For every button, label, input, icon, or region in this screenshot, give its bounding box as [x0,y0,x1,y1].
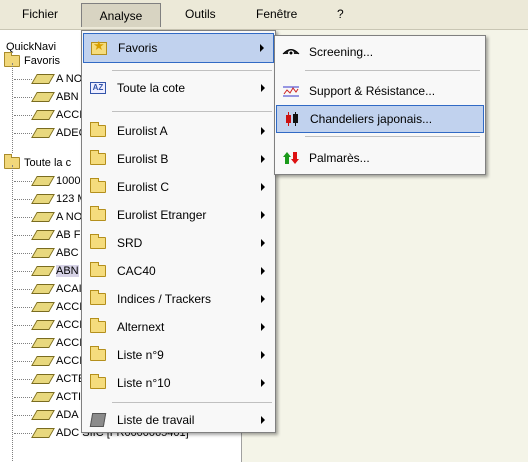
stock-icon [31,176,55,187]
menu-item-cac40[interactable]: CAC40 [83,256,274,286]
menu-item-eurolist-a[interactable]: Eurolist A [83,116,274,146]
menu-separator [112,402,272,403]
submenu-arrow-icon [261,379,265,387]
folder-icon [90,178,106,193]
submenu-arrow-icon [261,127,265,135]
menu-fenetre[interactable]: Fenêtre [256,7,297,21]
book-icon [89,413,107,427]
menu-item-indices-trackers[interactable]: Indices / Trackers [83,284,274,314]
folder-icon [90,234,106,249]
submenu-item-palmares[interactable]: Palmarès... [276,144,484,172]
tree-item[interactable]: ACCI [0,106,82,124]
menu-item-liste-de-travail[interactable]: Liste de travail [83,405,274,435]
submenu-arrow-icon [261,155,265,163]
tree-item[interactable]: ACAI [0,280,82,298]
submenu-arrow-icon [261,416,265,424]
tree-item[interactable]: ACCI [0,334,82,352]
stock-icon [31,248,55,259]
tree-item[interactable]: ACCI [0,298,82,316]
menu-outils[interactable]: Outils [185,7,216,21]
folder-icon [90,290,106,305]
tree-item[interactable]: ADEC [0,124,87,142]
menu-item-eurolist-c[interactable]: Eurolist C [83,172,274,202]
stock-icon [31,428,55,439]
tree-item[interactable]: A NO [0,70,82,88]
stock-icon [31,212,55,223]
stock-icon [31,230,55,241]
stock-icon [31,392,55,403]
submenu-arrow-icon [261,84,265,92]
menu-separator [112,70,272,71]
stock-icon [31,74,55,85]
menu-item-liste-9[interactable]: Liste n°9 [83,340,274,370]
folder-icon [90,318,106,333]
tree-item[interactable]: ABN [0,88,79,106]
support-resistance-icon [282,84,300,98]
menu-item-liste-10[interactable]: Liste n°10 [83,368,274,398]
tree-item[interactable]: 1000M [0,172,90,190]
submenu-arrow-icon [261,323,265,331]
submenu-item-support-resistance[interactable]: Support & Résistance... [276,77,484,105]
tree-node-toute-la-cote[interactable]: Toute la c [4,154,71,172]
menu-item-alternext[interactable]: Alternext [83,312,274,342]
tree-item-selected[interactable]: ABN [0,262,79,280]
menu-separator [305,70,480,71]
eye-icon [282,45,300,59]
stock-icon [31,338,55,349]
stock-icon [31,194,55,205]
tree-item[interactable]: 123 M [0,190,87,208]
menu-bar: Fichier Analyse Outils Fenêtre ? [0,0,528,30]
submenu-arrow-icon [261,183,265,191]
menu-separator [112,111,272,112]
submenu-arrow-icon [261,267,265,275]
folder-icon [90,206,106,221]
up-down-arrows-icon [282,151,300,165]
tree-item[interactable]: A NO [0,208,82,226]
stock-icon [31,284,55,295]
star-folder-icon: ★ [91,38,107,55]
folder-icon [90,262,106,277]
tree-node-label: Toute la c [24,157,72,169]
tree-item[interactable]: AB F [0,226,80,244]
stock-icon [31,266,55,277]
submenu-arrow-icon [261,239,265,247]
stock-icon [31,302,55,313]
tree-item[interactable]: ACCI [0,352,82,370]
menu-help[interactable]: ? [337,7,344,21]
folder-icon [90,150,106,165]
menu-fichier[interactable]: Fichier [22,7,58,21]
tree-item[interactable]: ABC [0,244,79,262]
submenu-arrow-icon [261,351,265,359]
menu-separator [305,136,480,137]
stock-icon [31,128,55,139]
candlestick-icon [283,112,301,126]
tree-item[interactable]: ACTI [0,388,81,406]
favoris-submenu: Screening... Support & Résistance... Cha… [274,35,486,175]
submenu-item-chandeliers-japonais[interactable]: Chandeliers japonais... [276,105,484,133]
menu-item-srd[interactable]: SRD [83,228,274,258]
folder-icon [90,346,106,361]
az-icon: AZ [90,82,106,94]
stock-icon [31,374,55,385]
folder-icon [90,374,106,389]
analyse-dropdown-menu: ★ Favoris AZ Toute la cote Eurolist A Eu… [81,30,276,433]
tree-node-label: Favoris [24,55,61,67]
stock-icon [31,410,55,421]
submenu-item-screening[interactable]: Screening... [276,38,484,66]
tree-item[interactable]: ACCI [0,316,82,334]
submenu-arrow-icon [260,44,264,52]
submenu-arrow-icon [261,295,265,303]
folder-icon [90,122,106,137]
submenu-arrow-icon [261,211,265,219]
stock-icon [31,110,55,121]
menu-item-favoris[interactable]: ★ Favoris [83,33,274,63]
stock-icon [31,320,55,331]
stock-icon [31,356,55,367]
stock-icon [31,92,55,103]
menu-item-eurolist-etranger[interactable]: Eurolist Etranger [83,200,274,230]
menu-analyse[interactable]: Analyse [81,3,161,27]
tree-item[interactable]: ACTE [0,370,85,388]
menu-item-toute-la-cote[interactable]: AZ Toute la cote [83,73,274,103]
menu-item-eurolist-b[interactable]: Eurolist B [83,144,274,174]
